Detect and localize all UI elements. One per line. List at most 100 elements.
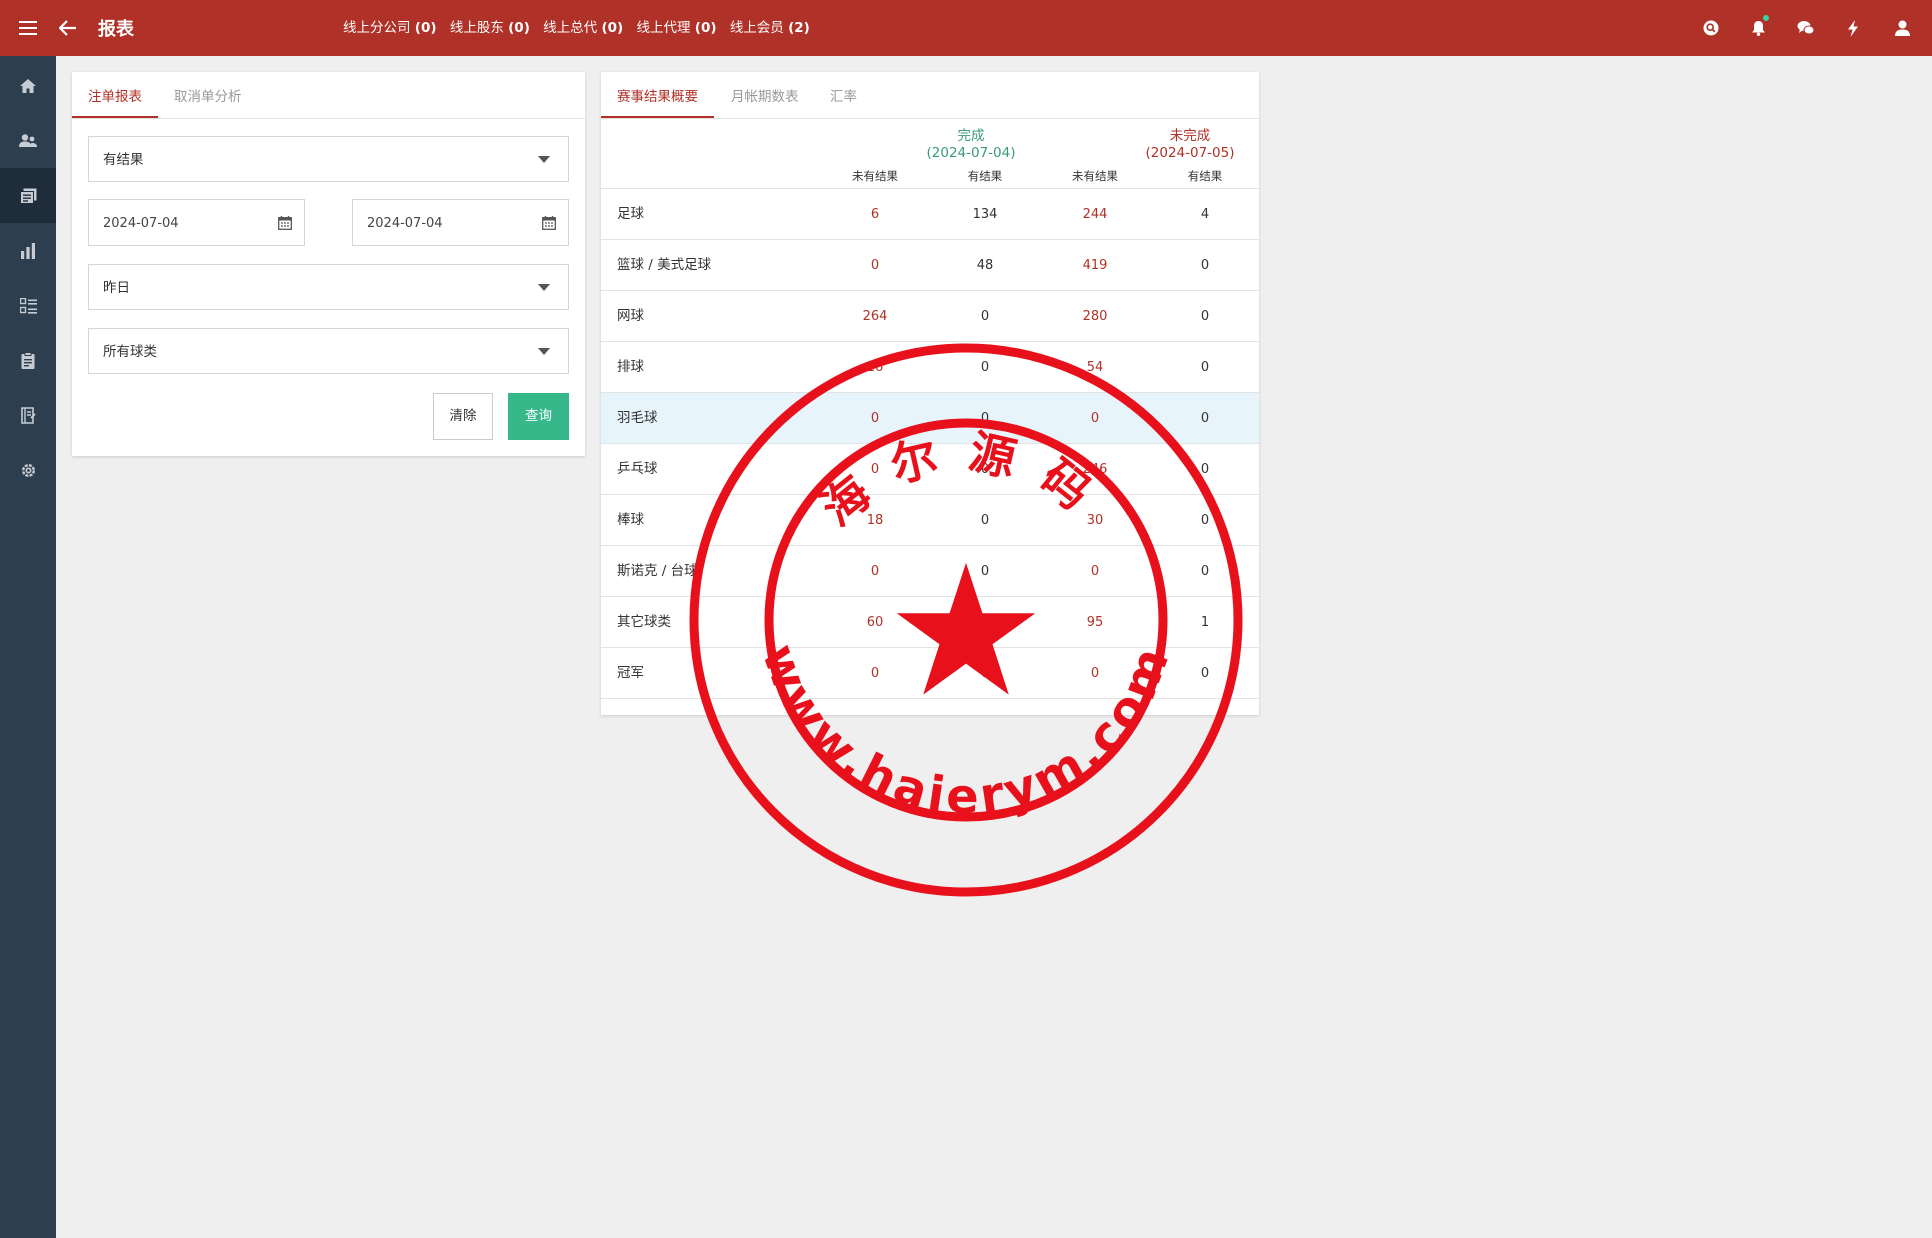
subhead-done-unsettled: 未有结果 xyxy=(852,169,898,183)
table-cell: 0 xyxy=(1200,462,1210,477)
table-cell[interactable]: 54 xyxy=(1055,342,1135,393)
table-row[interactable]: 其它球类 60 0 95 1 xyxy=(601,597,1259,648)
sport-name: 排球 xyxy=(617,359,644,375)
table-cell[interactable]: 280 xyxy=(1055,291,1135,342)
search-icon[interactable] xyxy=(1691,0,1731,56)
notification-dot xyxy=(1763,15,1769,21)
table-cell[interactable]: 264 xyxy=(835,291,915,342)
table-cell: 4 xyxy=(1200,207,1210,222)
table-cell[interactable]: 16 xyxy=(835,342,915,393)
subhead-undone-unsettled: 未有结果 xyxy=(1072,169,1118,183)
table-row[interactable]: 冠军 0 0 0 0 xyxy=(601,648,1259,699)
table-cell[interactable]: 0 xyxy=(835,648,915,699)
table-cell: 0 xyxy=(1200,564,1210,579)
table-cell[interactable]: 18 xyxy=(835,495,915,546)
table-cell[interactable]: 6 xyxy=(835,189,915,240)
query-button[interactable]: 查询 xyxy=(508,393,569,440)
table-row[interactable]: 棒球 18 0 30 0 xyxy=(601,495,1259,546)
table-cell[interactable]: 60 xyxy=(835,597,915,648)
table-cell: 0 xyxy=(980,462,990,477)
table-row[interactable]: 篮球 / 美式足球 0 48 419 0 xyxy=(601,240,1259,291)
table-cell: 0 xyxy=(980,411,990,426)
tab-monthly-periods[interactable]: 月帐期数表 xyxy=(715,72,815,118)
table-cell: 0 xyxy=(1200,360,1210,375)
sport-name: 篮球 / 美式足球 xyxy=(617,257,712,273)
table-cell[interactable]: 30 xyxy=(1055,495,1135,546)
date-from-input[interactable]: 2024-07-04 xyxy=(88,199,305,246)
table-cell: 0 xyxy=(980,360,990,375)
sidebar-item-home[interactable] xyxy=(0,58,56,113)
table-cell[interactable]: 0 xyxy=(835,546,915,597)
table-cell[interactable]: 246 xyxy=(1055,444,1135,495)
table-cell: 0 xyxy=(1200,666,1210,681)
table-cell: 0 xyxy=(1200,309,1210,324)
chat-icon[interactable] xyxy=(1786,0,1826,56)
table-cell: 0 xyxy=(1200,411,1210,426)
menu-icon[interactable] xyxy=(8,0,48,56)
sport-select[interactable]: 所有球类 xyxy=(88,328,569,374)
sport-name: 其它球类 xyxy=(617,614,671,630)
sidebar-item-ledger[interactable] xyxy=(0,388,56,443)
calendar-icon[interactable] xyxy=(278,216,292,230)
sport-name: 斯诺克 / 台球 xyxy=(617,563,698,579)
clear-button[interactable]: 清除 xyxy=(433,393,493,440)
calendar-icon[interactable] xyxy=(542,216,556,230)
tab-cancel-analysis[interactable]: 取消单分析 xyxy=(158,72,258,118)
table-row[interactable]: 斯诺克 / 台球 0 0 0 0 xyxy=(601,546,1259,597)
user-icon[interactable] xyxy=(1882,0,1922,56)
back-arrow-icon[interactable] xyxy=(48,0,88,56)
sidebar-item-clipboard[interactable] xyxy=(0,333,56,388)
table-cell[interactable]: 244 xyxy=(1055,189,1135,240)
tab-bet-report[interactable]: 注单报表 xyxy=(72,72,158,118)
table-cell[interactable]: 0 xyxy=(1055,393,1135,444)
sidebar-item-settings[interactable] xyxy=(0,443,56,498)
period-select[interactable]: 昨日 xyxy=(88,264,569,310)
subhead-done-settled: 有结果 xyxy=(967,169,1003,183)
chevron-down-icon xyxy=(538,348,550,355)
clipboard-icon xyxy=(21,352,35,369)
table-row[interactable]: 乒乓球 0 0 246 0 xyxy=(601,444,1259,495)
tab-exchange-rate[interactable]: 汇率 xyxy=(814,72,873,118)
table-cell: 48 xyxy=(976,258,994,273)
table-cell: 134 xyxy=(972,207,998,222)
sidebar-item-list[interactable] xyxy=(0,278,56,333)
online-agent[interactable]: 线上代理 (0) xyxy=(636,20,716,36)
table-row[interactable]: 足球 6 134 244 4 xyxy=(601,189,1259,240)
table-cell[interactable]: 0 xyxy=(835,393,915,444)
online-branch[interactable]: 线上分公司 (0) xyxy=(343,20,437,36)
home-icon xyxy=(20,78,36,93)
bell-icon[interactable] xyxy=(1738,0,1778,56)
online-member[interactable]: 线上会员 (2) xyxy=(730,20,810,36)
table-cell[interactable]: 0 xyxy=(1055,648,1135,699)
sidebar-item-charts[interactable] xyxy=(0,223,56,278)
tab-result-summary[interactable]: 赛事结果概要 xyxy=(601,72,714,118)
sport-name: 棒球 xyxy=(617,512,644,528)
table-row[interactable]: 网球 264 0 280 0 xyxy=(601,291,1259,342)
table-cell: 0 xyxy=(980,513,990,528)
online-general-agent[interactable]: 线上总代 (0) xyxy=(543,20,623,36)
table-cell: 0 xyxy=(980,615,990,630)
table-cell[interactable]: 419 xyxy=(1055,240,1135,291)
result-select[interactable]: 有结果 xyxy=(88,136,569,182)
filter-tabs: 注单报表 取消单分析 xyxy=(72,72,585,119)
online-shareholder[interactable]: 线上股东 (0) xyxy=(450,20,530,36)
reports-icon xyxy=(19,188,36,204)
table-cell[interactable]: 95 xyxy=(1055,597,1135,648)
sport-name: 羽毛球 xyxy=(617,410,658,426)
table-cell[interactable]: 0 xyxy=(1055,546,1135,597)
chart-icon xyxy=(21,242,35,259)
table-cell: 0 xyxy=(980,564,990,579)
subhead-undone-settled: 有结果 xyxy=(1187,169,1223,183)
table-row[interactable]: 羽毛球 0 0 0 0 xyxy=(601,393,1259,444)
table-cell[interactable]: 0 xyxy=(835,240,915,291)
sidebar-item-reports[interactable] xyxy=(0,168,56,223)
bolt-icon[interactable] xyxy=(1833,0,1873,56)
table-cell[interactable]: 0 xyxy=(835,444,915,495)
date-to-input[interactable]: 2024-07-04 xyxy=(352,199,569,246)
sidebar xyxy=(0,56,56,1238)
online-counters: 线上分公司 (0) 线上股东 (0) 线上总代 (0) 线上代理 (0) 线上会… xyxy=(343,0,819,56)
summary-card: 赛事结果概要 月帐期数表 汇率 完成 (2024-07-04) 未完成 (202… xyxy=(601,72,1259,715)
sport-name: 乒乓球 xyxy=(617,461,658,477)
table-row[interactable]: 排球 16 0 54 0 xyxy=(601,342,1259,393)
sidebar-item-users[interactable] xyxy=(0,113,56,168)
